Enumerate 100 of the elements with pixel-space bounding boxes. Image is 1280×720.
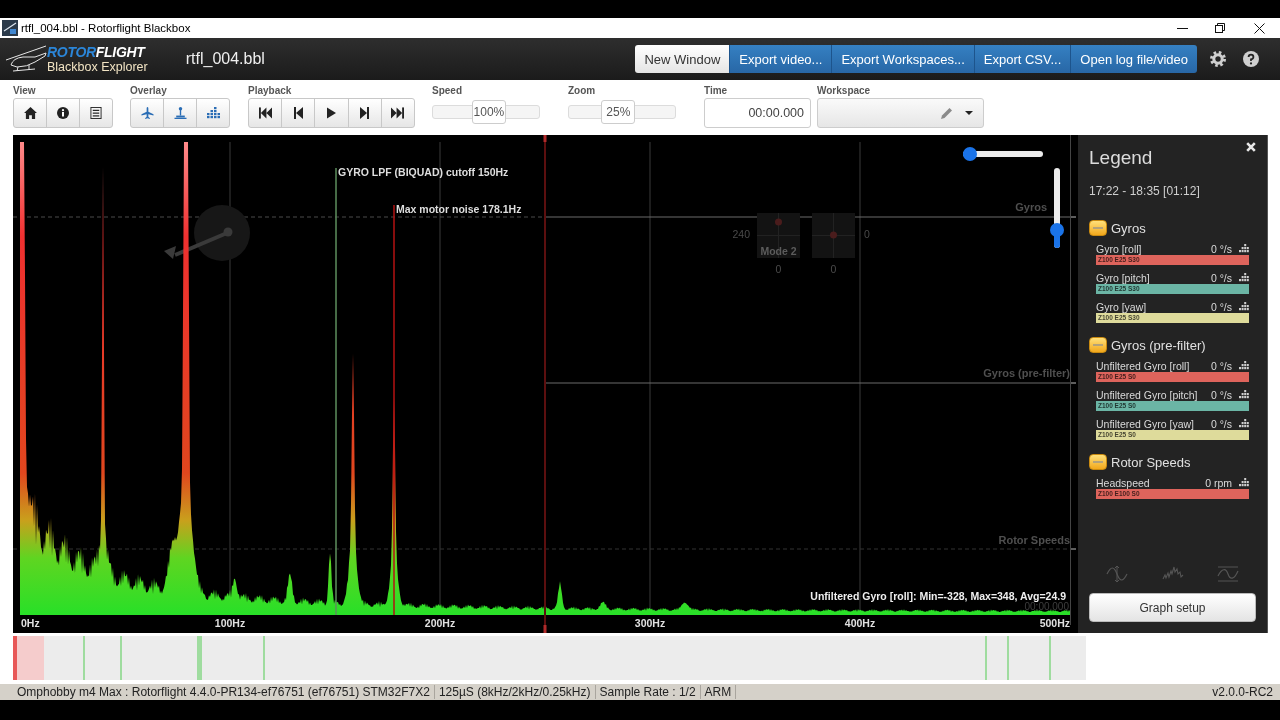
playhead-marker[interactable] xyxy=(13,636,17,680)
restore-icon[interactable] xyxy=(1215,23,1225,33)
step-forward-icon xyxy=(360,107,370,119)
time-range: 17:22 - 18:35 [01:12] xyxy=(1089,184,1201,198)
event-marker xyxy=(985,636,987,680)
spectrum-overlay-button[interactable] xyxy=(196,98,230,128)
logo-subtitle: Blackbox Explorer xyxy=(47,59,148,74)
group-name: Gyros xyxy=(1111,220,1146,236)
toolbar-group-label: View xyxy=(13,85,36,97)
step-back-icon xyxy=(293,107,303,119)
stick-mode-label: Mode 2 xyxy=(760,245,797,257)
airplane-icon xyxy=(140,107,154,119)
series-name: Unfiltered Gyro [roll] xyxy=(1096,359,1190,372)
horizontal-slider-track[interactable] xyxy=(963,147,1043,161)
app-icon xyxy=(2,20,18,36)
toolbar-group-label: Playback xyxy=(248,85,292,97)
axis-tick-label: 300Hz xyxy=(634,617,666,629)
graph-setup-button[interactable]: Graph setup xyxy=(1089,593,1256,622)
table-button[interactable] xyxy=(79,98,113,128)
minus-icon xyxy=(1093,227,1103,229)
series-name: Gyro [roll] xyxy=(1096,242,1142,255)
status-item: Omphobby m4 Max : Rotorflight 4.4.0-PR134-ef76751 (ef76751) STM32F7X2 xyxy=(13,685,435,699)
file-name: rtfl_004.bbl xyxy=(185,50,265,68)
toolbar-group-label: Speed xyxy=(432,85,462,97)
minimize-icon[interactable] xyxy=(1177,27,1188,29)
event-marker xyxy=(1007,636,1009,680)
help-icon[interactable] xyxy=(1243,51,1259,67)
slider-handle[interactable]: 100% xyxy=(471,100,506,124)
toolbar-group-label: Overlay xyxy=(130,85,167,97)
axis-tick-label: 200Hz xyxy=(424,617,456,629)
table-icon xyxy=(90,107,102,119)
new-window-button[interactable]: New Window xyxy=(635,45,730,73)
caret-icon xyxy=(965,111,973,115)
slider-handle[interactable]: 25% xyxy=(601,100,636,124)
series-value: 0 °/s xyxy=(1210,300,1232,313)
series-value: 0 °/s xyxy=(1210,271,1232,284)
status-item: Sample Rate : 1/2 xyxy=(595,685,701,699)
group-toggle-button[interactable] xyxy=(1089,454,1107,470)
series-name: Unfiltered Gyro [yaw] xyxy=(1096,417,1195,430)
event-marker xyxy=(263,636,265,680)
axis-tick-label: 400Hz xyxy=(844,617,876,629)
skip-to-end-button[interactable] xyxy=(380,98,415,128)
logo-wordmark: ROTORFLIGHT xyxy=(47,44,147,60)
export-video-button[interactable]: Export video... xyxy=(729,45,832,73)
export-csv-button[interactable]: Export CSV... xyxy=(973,45,1071,73)
window-title: rtfl_004.bbl - Rotorflight Blackbox xyxy=(21,22,191,34)
event-marker xyxy=(197,636,202,680)
group-name: Gyros (pre-filter) xyxy=(1111,337,1206,353)
slider-thumb[interactable] xyxy=(1050,223,1064,238)
stick-box xyxy=(756,212,801,259)
annotation-label: Max motor noise 178.1Hz xyxy=(396,203,522,215)
event-marker xyxy=(120,636,122,680)
legend-title: Legend xyxy=(1089,146,1153,170)
helicopter-logo-icon xyxy=(5,43,47,75)
toolbar-group-label: Time xyxy=(704,85,728,97)
close-icon[interactable] xyxy=(1254,22,1265,34)
open-log-button[interactable]: Open log file/video xyxy=(1070,45,1197,73)
skip-to-start-button[interactable] xyxy=(248,98,283,128)
axis-tick-label: 100Hz xyxy=(214,617,246,629)
export-workspaces-button[interactable]: Export Workspaces... xyxy=(831,45,974,73)
settings-icon[interactable] xyxy=(1210,51,1226,67)
bar-chart-icon xyxy=(206,107,220,119)
series-name: Gyro [yaw] xyxy=(1096,300,1147,313)
bar-chart-icon[interactable] xyxy=(1239,302,1249,311)
step-forward-button[interactable] xyxy=(347,98,382,128)
home-button[interactable] xyxy=(13,98,47,128)
stick-value: 0 xyxy=(775,263,782,275)
bar-chart-icon[interactable] xyxy=(1239,419,1249,428)
graph-label: Rotor Speeds xyxy=(998,534,1070,546)
group-toggle-button[interactable] xyxy=(1089,220,1107,236)
bar-chart-icon[interactable] xyxy=(1239,361,1249,370)
info-icon xyxy=(57,107,69,119)
selected-range xyxy=(17,636,44,680)
play-button[interactable] xyxy=(314,98,349,128)
skip-end-icon xyxy=(391,107,405,119)
status-item: ARM xyxy=(700,685,737,699)
series-name: Unfiltered Gyro [pitch] xyxy=(1096,388,1198,401)
time-field[interactable]: 00:00.000 xyxy=(704,98,811,128)
event-marker xyxy=(1049,636,1051,680)
info-button[interactable] xyxy=(46,98,80,128)
play-icon xyxy=(327,107,336,119)
group-toggle-button[interactable] xyxy=(1089,337,1107,353)
slider-thumb[interactable] xyxy=(963,147,977,161)
minus-icon xyxy=(1093,461,1103,463)
bar-chart-icon[interactable] xyxy=(1239,390,1249,399)
annotation-label: GYRO LPF (BIQUAD) cutoff 150Hz xyxy=(338,166,509,178)
aircraft-overlay-button[interactable] xyxy=(130,98,164,128)
stick-value: 0 xyxy=(864,228,870,240)
graph-label: Gyros xyxy=(1015,201,1047,213)
stick-value: 240 xyxy=(732,228,750,240)
toolbar-group-label: Workspace xyxy=(817,85,871,97)
bar-chart-icon[interactable] xyxy=(1239,273,1249,282)
vertical-slider-track[interactable] xyxy=(1050,168,1064,248)
series-name: Gyro [pitch] xyxy=(1096,271,1150,284)
step-back-button[interactable] xyxy=(281,98,316,128)
bar-chart-icon[interactable] xyxy=(1239,244,1249,253)
home-icon xyxy=(23,107,37,119)
minus-icon xyxy=(1093,344,1103,346)
sticks-overlay-button[interactable] xyxy=(163,98,197,128)
bar-chart-icon[interactable] xyxy=(1239,478,1249,487)
